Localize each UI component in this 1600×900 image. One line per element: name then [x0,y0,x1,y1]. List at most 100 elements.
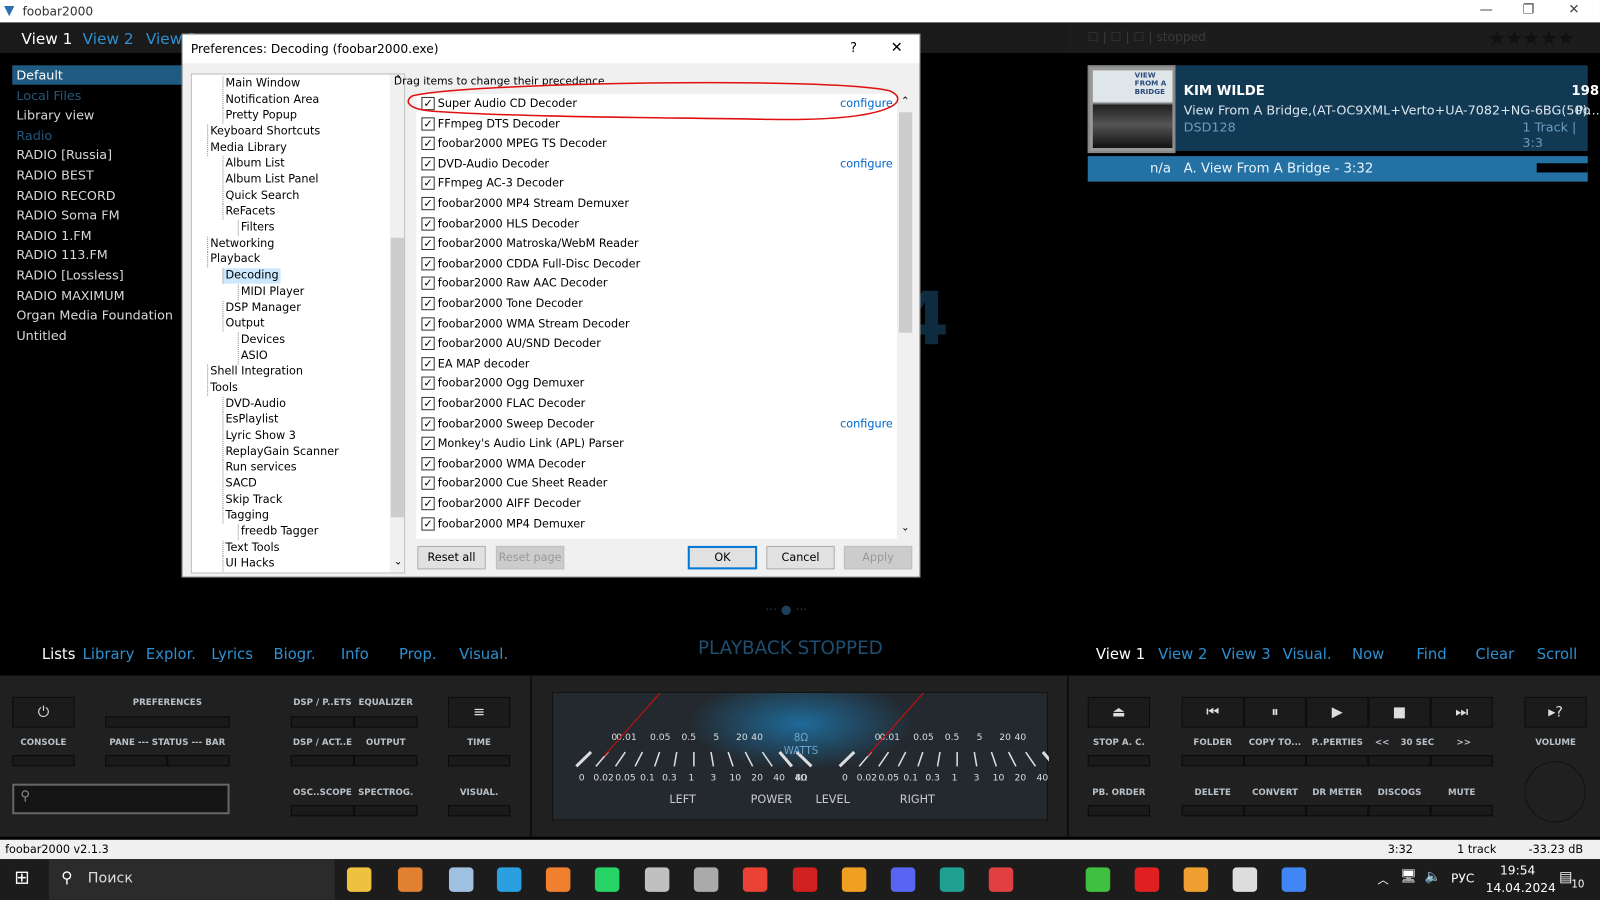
tree-item[interactable]: Notification Area [222,92,321,108]
bottom-tab[interactable]: Lyrics [211,647,253,663]
checkbox[interactable]: ✓ [421,176,435,191]
sidebar-item[interactable]: Default [12,65,182,85]
convert-button[interactable] [1243,805,1307,817]
clock-date[interactable]: 14.04.2024 [1486,881,1556,895]
taskbar-app-icon[interactable] [594,867,620,892]
row1-slot[interactable] [1368,755,1431,767]
checkbox[interactable]: ✓ [421,156,435,171]
decoder-row[interactable]: ✓ Monkey's Audio Link (APL) Parser [419,435,899,453]
taskbar-app-icon[interactable] [1281,867,1307,892]
status-bar-button[interactable] [167,755,230,767]
tree-item[interactable]: Quick Search [222,188,301,204]
bottom-tab[interactable]: Lists [42,647,76,663]
stop-after-current-slot[interactable] [1087,755,1150,767]
taskbar-app-icon[interactable] [644,867,670,892]
sidebar-item[interactable]: RADIO MAXIMUM [12,285,181,304]
checkbox[interactable]: ✓ [421,136,435,151]
checkbox[interactable]: ✓ [421,436,435,451]
decoder-row[interactable]: ✓ foobar2000 Ogg Demuxer [419,375,899,393]
decoder-row[interactable]: ✓ FFmpeg AC-3 Decoder [419,175,899,193]
tree-item[interactable]: ReFacets [222,204,277,220]
decoder-row[interactable]: ✓ foobar2000 HLS Decoder [419,215,899,233]
ok-button[interactable]: OK [687,545,758,570]
tree-item[interactable]: Shell Integration [207,364,305,380]
search-input[interactable]: ⚲ [12,783,230,815]
configure-link[interactable]: configure [840,417,893,430]
close-icon[interactable]: ✕ [1568,2,1579,17]
sidebar-item[interactable]: RADIO 113.FM [12,245,181,264]
sidebar-item[interactable]: RADIO [Russia] [12,145,181,164]
tree-scrollbar-thumb[interactable] [390,237,405,518]
visual-button[interactable] [447,805,511,817]
bottom-tab[interactable]: Visual. [459,647,508,663]
bottom-tab[interactable]: Biogr. [273,647,315,663]
apply-button[interactable]: Apply [843,545,913,570]
sidebar-item[interactable]: RADIO RECORD [12,185,181,204]
sidebar-item[interactable]: Library view [12,105,181,124]
scroll-down-icon[interactable]: ⌄ [394,556,403,571]
taskbar-app-icon[interactable] [496,867,522,892]
cancel-button[interactable]: Cancel [766,545,835,570]
mute-button[interactable] [1430,805,1493,817]
bottom-tab[interactable]: View 2 [1158,647,1207,663]
tree-item[interactable]: Pretty Popup [222,108,299,124]
sidebar-item[interactable]: RADIO 1.FM [12,225,181,244]
help-playback-button[interactable]: ▸? [1524,696,1587,728]
tree-item[interactable]: Devices [237,332,287,348]
spectrogram-button[interactable] [354,805,418,817]
tree-item[interactable]: Media Library [207,140,289,156]
decoder-row[interactable]: ✓ foobar2000 MP4 Demuxer [419,515,899,533]
bottom-tab[interactable]: View 3 [1221,647,1270,663]
power-button[interactable]: ⏻ [12,696,75,728]
tree-item[interactable]: Skip Track [222,492,284,508]
taskbar-app-icon[interactable] [448,867,474,892]
tree-item[interactable]: Album List Panel [222,172,320,188]
checkbox[interactable]: ✓ [421,416,435,431]
bottom-tab[interactable]: Info [341,647,369,663]
taskbar-app-icon[interactable] [346,867,372,892]
taskbar-app-icon[interactable] [841,867,867,892]
checkbox[interactable]: ✓ [421,476,435,491]
taskbar-app-icon[interactable] [1232,867,1258,892]
output-button[interactable] [354,755,418,767]
windows-start-icon[interactable]: ⊞ [14,867,29,888]
previous-button[interactable]: ⏮ [1181,696,1244,728]
checkbox[interactable]: ✓ [421,456,435,471]
tray-chevron-icon[interactable]: ︿ [1378,871,1389,887]
decoder-row[interactable]: ✓ foobar2000 WMA Decoder [419,455,899,473]
volume-icon[interactable]: 🔈 [1424,869,1441,884]
play-button[interactable]: ▶ [1306,696,1369,728]
decoder-row[interactable]: ✓ foobar2000 Cue Sheet Reader [419,475,899,493]
sidebar-item[interactable]: RADIO [Lossless] [12,265,181,284]
decoder-row[interactable]: ✓ DVD-Audio Decoder configure [419,155,899,173]
playback-order-button[interactable] [1087,805,1150,817]
decoder-row[interactable]: ✓ foobar2000 Raw AAC Decoder [419,275,899,293]
tree-item[interactable]: freedb Tagger [237,524,321,540]
decoder-row[interactable]: ✓ foobar2000 CDDA Full-Disc Decoder [419,255,899,273]
restore-icon[interactable]: ❐ [1522,2,1534,17]
checkbox[interactable]: ✓ [421,256,435,271]
tree-item[interactable]: Text Tools [222,540,281,556]
tree-item[interactable]: Filters [237,220,277,236]
row1-slot[interactable] [1181,755,1244,767]
tab-view-2[interactable]: View 2 [83,30,134,48]
checkbox[interactable]: ✓ [421,276,435,291]
checkbox[interactable]: ✓ [421,516,435,531]
tree-item[interactable]: Lyric Show 3 [222,428,297,444]
stop-after-current-button[interactable]: ⏏ [1087,696,1150,728]
stop-button[interactable]: ■ [1368,696,1431,728]
taskbar-app-icon[interactable] [742,867,768,892]
decoder-row[interactable]: ✓ foobar2000 AU/SND Decoder [419,335,899,353]
decoder-row[interactable]: ✓ foobar2000 FLAC Decoder [419,395,899,413]
taskbar-app-icon[interactable] [890,867,916,892]
preferences-button[interactable] [105,716,230,728]
delete-button[interactable] [1181,805,1244,817]
taskbar-app-icon[interactable] [1085,867,1111,892]
decoder-row[interactable]: ✓ foobar2000 Tone Decoder [419,295,899,313]
minimize-icon[interactable]: — [1480,2,1493,17]
taskbar-app-icon[interactable] [792,867,818,892]
bottom-tab[interactable]: Clear [1475,647,1514,663]
tree-item[interactable]: EsPlaylist [222,412,280,428]
decoder-row[interactable]: ✓ EA MAP decoder [419,355,899,373]
bottom-tab[interactable]: Explor. [146,647,196,663]
